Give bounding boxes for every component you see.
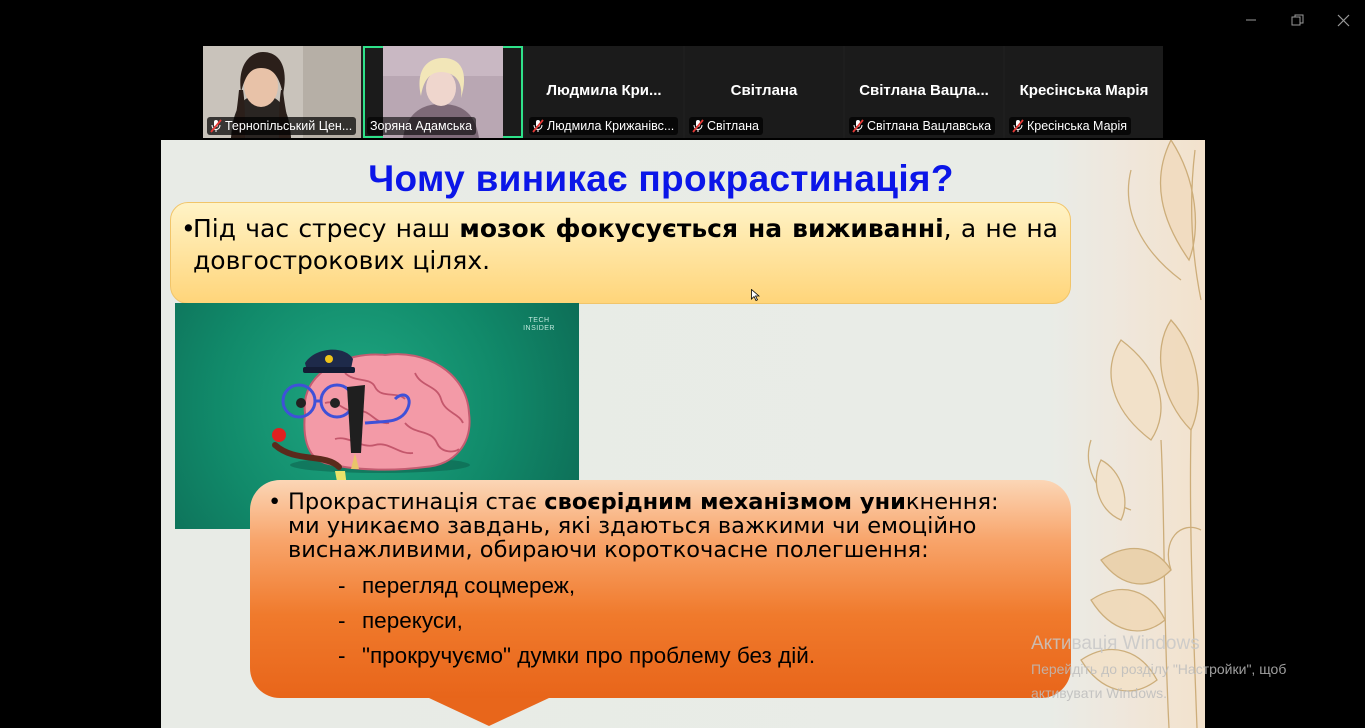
participant-tile[interactable]: Світлана Світлана <box>685 46 843 138</box>
text-segment: Під час стресу наш <box>193 214 460 243</box>
minimize-icon[interactable] <box>1238 8 1264 32</box>
list-item-text: перегляд соцмереж, <box>362 573 576 598</box>
callout-box-avoidance: • Прокрастинація стає своєрідним механіз… <box>250 480 1071 698</box>
activation-title: Активація Windows <box>1031 633 1200 654</box>
participant-name-tag: Кресінська Марія <box>1009 117 1132 135</box>
muted-mic-icon <box>532 119 544 133</box>
participant-strip: Тернопільський Цен... Зоряна Адамська Лю… <box>203 46 1163 138</box>
participant-display-name: Світлана <box>730 82 798 99</box>
participant-name: Світлана Вацлавська <box>867 119 992 133</box>
bullet-icon: • <box>181 214 196 243</box>
participant-display-name: Кресінська Марія <box>1019 82 1149 99</box>
participant-display-name: Світлана Вацла... <box>859 82 989 99</box>
activation-line: активувати Windows. <box>1031 685 1167 701</box>
slide-point-stress: • Під час стресу наш мозок фокусується н… <box>181 213 1058 277</box>
participant-tile[interactable]: Світлана Вацла... Світлана Вацлавська <box>845 46 1003 138</box>
watermark-line: INSIDER <box>523 325 555 332</box>
list-item: - перегляд соцмереж, <box>338 573 576 598</box>
windows-activation-watermark: Активація Windows Перейдіть до розділу "… <box>1031 633 1286 703</box>
muted-mic-icon <box>692 119 704 133</box>
list-item-text: перекуси, <box>362 608 463 633</box>
participant-tile[interactable]: Кресінська Марія Кресінська Марія <box>1005 46 1163 138</box>
participant-name-tag: Світлана <box>689 117 763 135</box>
text-bold-segment: мозок фокусується на виживанні <box>459 214 944 243</box>
muted-mic-icon <box>210 119 222 133</box>
participant-name: Світлана <box>707 119 759 133</box>
participant-name-tag: Світлана Вацлавська <box>849 117 996 135</box>
muted-mic-icon <box>852 119 864 133</box>
participant-display-name: Людмила Кри... <box>546 82 662 99</box>
bullet-icon: • <box>268 489 282 515</box>
participant-name-tag: Зоряна Адамська <box>367 117 477 135</box>
avoidance-examples-list: - перегляд соцмереж, - перекуси, - "прокруч… <box>288 568 815 673</box>
text-segment: Прокрастинація стає <box>288 489 545 515</box>
participant-name-tag: Тернопільський Цен... <box>207 117 357 135</box>
image-watermark: TECH INSIDER <box>523 317 555 333</box>
muted-mic-icon <box>1012 119 1024 133</box>
participant-name: Кресінська Марія <box>1027 119 1128 133</box>
participant-tile[interactable]: Тернопільський Цен... <box>203 46 361 138</box>
list-item: - "прокручуємо" думки про проблему без ді… <box>338 643 816 668</box>
close-icon[interactable] <box>1330 8 1356 32</box>
slide-point-avoidance: • Прокрастинація стає своєрідним механіз… <box>268 489 1037 562</box>
callout-pointer <box>429 698 549 726</box>
watermark-line: TECH <box>528 317 550 324</box>
restore-icon[interactable] <box>1284 8 1310 32</box>
mouse-cursor-icon <box>751 289 760 301</box>
activation-line: Перейдіть до розділу "Настройки", щоб <box>1031 661 1287 677</box>
participant-name: Зоряна Адамська <box>370 119 473 133</box>
list-item: - перекуси, <box>338 608 463 633</box>
participant-name-tag: Людмила Крижанівс... <box>529 117 679 135</box>
slide-title: Чому виникає прокрастинація? <box>368 158 954 199</box>
list-item-text: "прокручуємо" думки про проблему без дій… <box>362 643 816 668</box>
participant-name: Людмила Крижанівс... <box>547 119 675 133</box>
participant-name: Тернопільський Цен... <box>225 119 353 133</box>
participant-tile[interactable]: Людмила Кри... Людмила Крижанівс... <box>525 46 683 138</box>
callout-box-stress: • Під час стресу наш мозок фокусується н… <box>170 202 1071 304</box>
participant-tile[interactable]: Зоряна Адамська <box>363 46 523 138</box>
text-bold-segment: своєрідним механізмом уни <box>544 489 906 515</box>
